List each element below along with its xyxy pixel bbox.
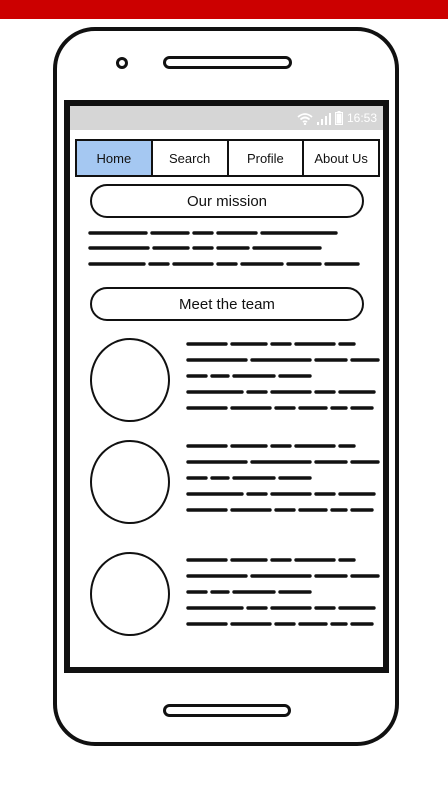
phone-screen: 16:53 Home Search Profile About Us Our m…: [64, 100, 389, 673]
mission-placeholder-text: [88, 231, 360, 266]
signal-icon: [316, 111, 331, 125]
team-member-avatar: [90, 338, 170, 422]
tab-home[interactable]: Home: [77, 141, 153, 175]
mission-heading: Our mission: [90, 184, 364, 218]
tab-search[interactable]: Search: [153, 141, 229, 175]
team-member-bio: [186, 558, 380, 626]
battery-icon: [334, 111, 343, 125]
team-member-bio: [186, 444, 380, 512]
team-member-avatar: [90, 552, 170, 636]
top-accent-bar: [0, 0, 448, 19]
home-button[interactable]: [163, 704, 291, 717]
camera-icon: [116, 57, 128, 69]
status-time: 16:53: [346, 111, 377, 125]
team-member-bio: [186, 342, 380, 410]
status-bar: 16:53: [70, 106, 383, 130]
wifi-icon: [297, 111, 313, 125]
team-heading: Meet the team: [90, 287, 364, 321]
top-navigation: Home Search Profile About Us: [75, 139, 380, 177]
tab-profile[interactable]: Profile: [229, 141, 305, 175]
tab-about-us[interactable]: About Us: [304, 141, 378, 175]
speaker-grille: [163, 56, 292, 69]
team-member-avatar: [90, 440, 170, 524]
